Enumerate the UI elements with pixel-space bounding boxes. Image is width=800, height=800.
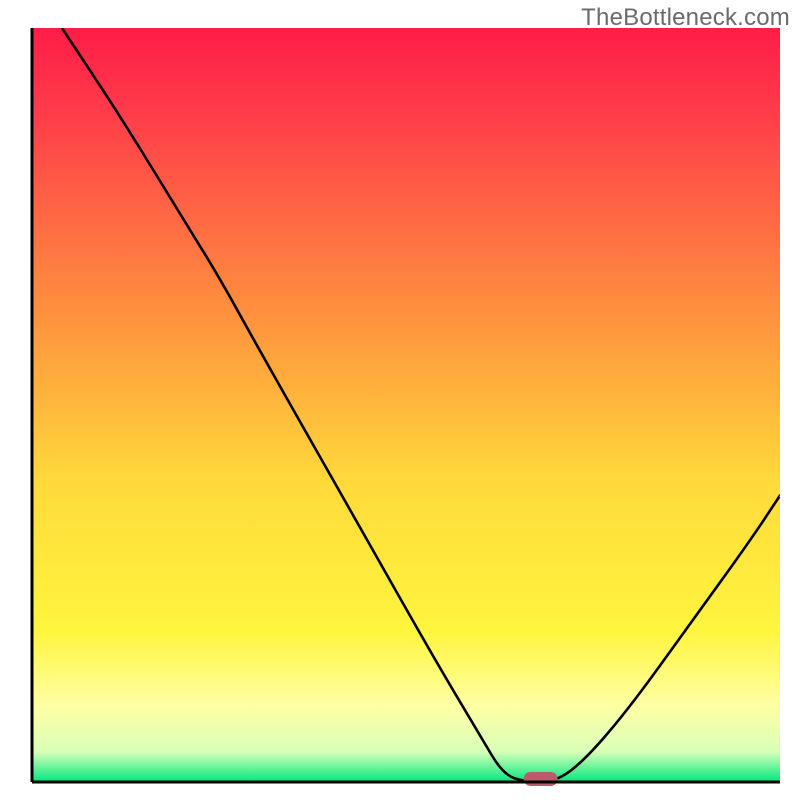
- watermark-text: TheBottleneck.com: [581, 4, 790, 32]
- optimal-marker: [524, 772, 558, 786]
- heat-gradient: [32, 28, 780, 782]
- chart-container: TheBottleneck.com: [0, 0, 800, 800]
- chart-svg: [0, 0, 800, 800]
